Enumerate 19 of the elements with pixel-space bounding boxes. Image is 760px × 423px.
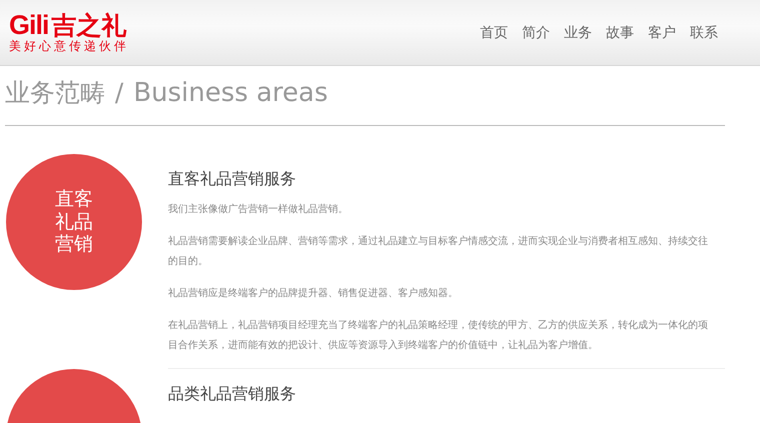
page-title-english: Business areas	[133, 78, 328, 108]
nav-link[interactable]: 业务	[564, 24, 592, 42]
title-separator: /	[115, 78, 124, 107]
logo-brand: Gili	[9, 12, 49, 39]
nav-link[interactable]: 简介	[522, 24, 550, 42]
logo-tagline: 美好心意传递伙伴	[9, 40, 129, 54]
service-title: 品类礼品营销服务	[168, 384, 297, 404]
nav-link[interactable]: 首页	[480, 24, 508, 42]
nav-link[interactable]: 客户	[648, 24, 676, 42]
service-paragraph: 礼品营销应是终端客户的品牌提升器、销售促进器、客户感知器。	[168, 286, 459, 302]
service-paragraph: 我们主张像做广告营销一样做礼品营销。	[168, 202, 349, 218]
page-title: 业务范畴	[5, 77, 105, 109]
service-title: 直客礼品营销服务	[168, 169, 297, 188]
service-paragraph: 在礼品营销上，礼品营销项目经理充当了终端客户的礼品策略经理，使传统的甲方、乙方的供应关系，转化成为一体化的项目合作关系，进而能有效的把设计、供应等资源导入到终端客户的价值链中，让礼品为客户增值。	[168, 318, 709, 354]
service-paragraph: 礼品营销需要解读企业品牌、营销等需求，通过礼品建立与目标客户情感交流，进而实现企业与消费者相互感知、持续交往的目的。	[168, 234, 709, 270]
logo-name: 吉之礼	[52, 12, 127, 38]
service-badge-label: 直客礼品营销	[55, 188, 93, 256]
nav-link[interactable]: 故事	[606, 24, 634, 42]
nav-link[interactable]: 联系	[690, 24, 718, 42]
